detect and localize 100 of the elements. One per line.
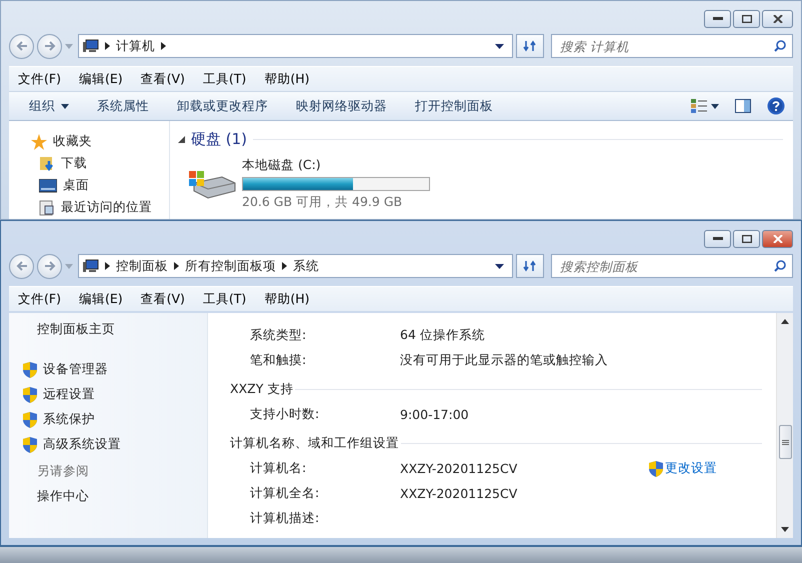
menu-item[interactable]: 编辑(E) — [70, 68, 132, 90]
scrollbar[interactable] — [776, 313, 793, 538]
close-icon — [772, 15, 782, 23]
shield-icon — [649, 460, 663, 476]
field-label: 计算机描述: — [250, 510, 320, 527]
home-link[interactable]: 控制面板主页 — [37, 321, 115, 336]
see-also-heading: 另请参阅 — [37, 463, 89, 478]
task-link[interactable]: 高级系统设置 — [43, 436, 121, 453]
shield-icon — [23, 436, 37, 452]
back-arrow-icon — [16, 41, 28, 51]
command-button[interactable]: 打开控制面板 — [401, 94, 507, 118]
maximize-icon — [742, 15, 752, 23]
breadcrumb-item[interactable]: 系统 — [287, 258, 325, 274]
scrollbar-thumb[interactable] — [778, 425, 792, 459]
shield-icon — [23, 386, 37, 402]
menu-item[interactable]: 查看(V) — [132, 288, 194, 310]
field-value: 没有可用于此显示器的笔或触控输入 — [400, 352, 609, 369]
back-button[interactable] — [9, 254, 34, 278]
favorites-item[interactable]: 桌面 — [63, 177, 89, 194]
refresh-icon — [523, 259, 537, 273]
search-icon — [774, 40, 786, 52]
task-link[interactable]: 远程设置 — [43, 386, 95, 403]
field-label: 计算机名: — [250, 460, 308, 477]
breadcrumb-arrow-icon — [105, 262, 110, 270]
close-button[interactable] — [762, 10, 793, 28]
favorites-item[interactable]: 最近访问的位置 — [61, 199, 152, 216]
field-value: XXZY-20201125CV — [400, 486, 518, 501]
forward-arrow-icon — [44, 261, 56, 271]
task-link[interactable]: 系统保护 — [43, 411, 95, 428]
address-bar[interactable]: 控制面板 所有控制面板项 系统 — [78, 254, 513, 278]
address-dropdown-icon[interactable] — [495, 44, 504, 48]
task-link[interactable]: 设备管理器 — [43, 361, 108, 378]
search-icon — [774, 260, 786, 272]
command-button[interactable]: 系统属性 — [83, 94, 163, 118]
field-label: 笔和触摸: — [250, 352, 308, 369]
drive-space-text: 20.6 GB 可用，共 49.9 GB — [242, 194, 404, 211]
menu-item[interactable]: 工具(T) — [194, 288, 256, 310]
menu-item[interactable]: 工具(T) — [194, 68, 256, 90]
group-title: 计算机名称、域和工作组设置 — [230, 435, 399, 452]
star-icon — [31, 134, 47, 150]
address-dropdown-icon[interactable] — [495, 264, 504, 268]
field-value: 64 位操作系统 — [400, 327, 486, 344]
breadcrumb-arrow-icon — [161, 42, 166, 50]
close-icon — [772, 235, 782, 243]
command-button[interactable]: 组织 — [15, 94, 83, 118]
menu-item[interactable]: 编辑(E) — [70, 288, 132, 310]
field-value: 9:00-17:00 — [400, 407, 470, 422]
scroll-up-icon[interactable] — [781, 319, 789, 324]
computer-icon — [83, 39, 99, 53]
see-also-link[interactable]: 操作中心 — [37, 488, 89, 503]
back-button[interactable] — [9, 34, 34, 58]
minimize-button[interactable] — [704, 230, 731, 248]
breadcrumb-arrow-icon — [174, 262, 179, 270]
drive-name[interactable]: 本地磁盘 (C:) — [242, 157, 430, 174]
computer-icon — [83, 259, 99, 273]
search-field[interactable]: 搜索 计算机 — [551, 34, 793, 58]
refresh-button[interactable] — [516, 254, 544, 278]
maximize-button[interactable] — [733, 230, 760, 248]
menu-item[interactable]: 文件(F) — [9, 68, 70, 90]
minimize-button[interactable] — [704, 10, 731, 28]
back-arrow-icon — [16, 261, 28, 271]
command-button[interactable]: 卸载或更改程序 — [163, 94, 282, 118]
breadcrumb-item[interactable]: 所有控制面板项 — [179, 258, 282, 274]
minimize-icon — [712, 17, 722, 21]
shield-icon — [23, 362, 37, 378]
command-button[interactable]: 映射网络驱动器 — [282, 94, 401, 118]
search-field[interactable]: 搜索控制面板 — [551, 254, 793, 278]
refresh-button[interactable] — [516, 34, 544, 58]
scroll-down-icon[interactable] — [781, 527, 789, 532]
caret-icon — [711, 104, 719, 108]
favorites-item[interactable]: 收藏夹 — [53, 133, 92, 150]
menu-item[interactable]: 帮助(H) — [255, 288, 318, 310]
desktop-icon — [39, 178, 57, 193]
preview-pane-icon — [735, 99, 751, 113]
menu-item[interactable]: 文件(F) — [9, 288, 70, 310]
recent-places-icon — [39, 200, 55, 216]
maximize-button[interactable] — [733, 10, 760, 28]
favorites-item[interactable]: 下载 — [61, 154, 87, 172]
shield-icon — [23, 412, 37, 428]
breadcrumb-item[interactable]: 计算机 — [110, 38, 161, 54]
caret-icon — [61, 104, 69, 108]
menu-item[interactable]: 查看(V) — [132, 68, 194, 90]
forward-button[interactable] — [37, 254, 62, 278]
folder-download-icon — [39, 155, 55, 172]
close-button[interactable] — [762, 230, 793, 248]
field-value: XXZY-20201125CV — [400, 461, 518, 476]
forward-button[interactable] — [37, 34, 62, 58]
section-title: 硬盘 (1) — [191, 130, 248, 148]
maximize-icon — [742, 235, 752, 243]
menu-item[interactable]: 帮助(H) — [255, 68, 318, 90]
collapse-arrow-icon[interactable] — [178, 136, 185, 142]
refresh-icon — [523, 39, 537, 53]
breadcrumb-item[interactable]: 控制面板 — [110, 258, 174, 274]
address-bar[interactable]: 计算机 — [78, 34, 513, 58]
change-settings-link[interactable]: 更改设置 — [649, 460, 717, 477]
field-label: 计算机全名: — [250, 485, 320, 502]
help-icon — [767, 97, 785, 115]
breadcrumb-arrow-icon — [282, 262, 287, 270]
minimize-icon — [712, 237, 722, 241]
field-label: 支持小时数: — [250, 406, 320, 423]
